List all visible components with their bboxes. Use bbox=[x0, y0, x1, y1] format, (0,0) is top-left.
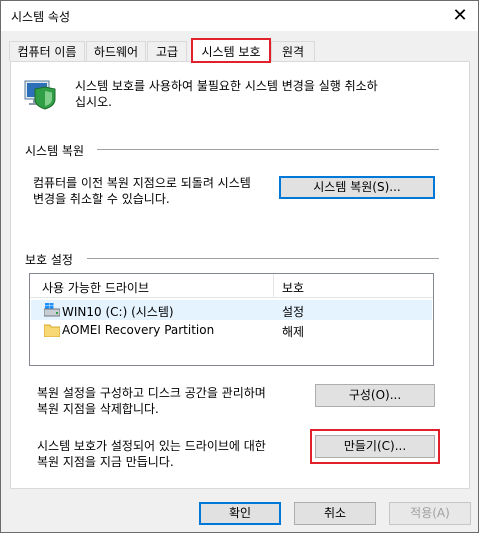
protection-divider bbox=[87, 258, 439, 259]
apply-button[interactable]: 적용(A) bbox=[389, 502, 471, 525]
windows-drive-icon bbox=[43, 303, 61, 317]
drive-row-aomei[interactable]: AOMEI Recovery Partition 해제 bbox=[31, 320, 432, 340]
restore-divider bbox=[97, 149, 439, 150]
column-divider bbox=[273, 274, 274, 298]
cancel-button[interactable]: 취소 bbox=[294, 502, 376, 525]
tab-remote[interactable]: 원격 bbox=[271, 41, 315, 61]
system-properties-window: 시스템 속성 ✕ 컴퓨터 이름 하드웨어 고급 시스템 보호 원격 시스템 보호… bbox=[0, 0, 479, 533]
configure-button[interactable]: 구성(O)... bbox=[315, 384, 435, 407]
ok-button[interactable]: 확인 bbox=[199, 502, 281, 525]
drive-list-header: 사용 가능한 드라이브 보호 bbox=[30, 274, 433, 298]
config-desc-line1: 복원 설정을 구성하고 디스크 공간을 관리하며 bbox=[37, 386, 266, 400]
window-title: 시스템 속성 bbox=[11, 10, 71, 24]
create-desc-line1: 시스템 보호가 설정되어 있는 드라이브에 대한 bbox=[37, 439, 266, 453]
restore-heading: 시스템 복원 bbox=[25, 144, 85, 158]
intro-text-line2: 십시오. bbox=[75, 95, 112, 109]
column-available-drives[interactable]: 사용 가능한 드라이브 bbox=[42, 279, 149, 296]
title-bar: 시스템 속성 ✕ bbox=[1, 1, 478, 31]
restore-desc-line2: 변경을 취소할 수 있습니다. bbox=[33, 192, 170, 206]
drive-list[interactable]: 사용 가능한 드라이브 보호 WIN10 (C:) (시스템) 설정 AOMEI… bbox=[29, 273, 434, 366]
create-desc-line2: 복원 지점을 지금 만듭니다. bbox=[37, 455, 174, 469]
create-button[interactable]: 만들기(C)... bbox=[315, 435, 435, 458]
drive-name: AOMEI Recovery Partition bbox=[62, 323, 215, 337]
drive-row-win10[interactable]: WIN10 (C:) (시스템) 설정 bbox=[31, 300, 432, 320]
drive-status: 설정 bbox=[282, 305, 305, 319]
close-button[interactable]: ✕ bbox=[446, 3, 474, 29]
tab-system-protection[interactable]: 시스템 보호 bbox=[191, 38, 271, 63]
config-desc-line2: 복원 지점을 삭제합니다. bbox=[37, 402, 159, 416]
tab-computer-name[interactable]: 컴퓨터 이름 bbox=[9, 41, 85, 61]
column-protection[interactable]: 보호 bbox=[282, 279, 304, 296]
intro-text-line1: 시스템 보호를 사용하여 불필요한 시스템 변경을 실행 취소하 bbox=[75, 79, 378, 93]
folder-drive-icon bbox=[43, 323, 61, 338]
drive-status: 해제 bbox=[282, 325, 305, 339]
protection-heading: 보호 설정 bbox=[25, 253, 73, 267]
tab-advanced[interactable]: 고급 bbox=[147, 41, 187, 61]
tab-hardware[interactable]: 하드웨어 bbox=[86, 41, 146, 61]
restore-desc-line1: 컴퓨터를 이전 복원 지점으로 되돌려 시스템 bbox=[33, 176, 251, 190]
drive-name: WIN10 (C:) (시스템) bbox=[62, 305, 174, 319]
system-restore-button[interactable]: 시스템 복원(S)... bbox=[279, 176, 435, 199]
system-protection-shield-icon bbox=[23, 75, 59, 111]
